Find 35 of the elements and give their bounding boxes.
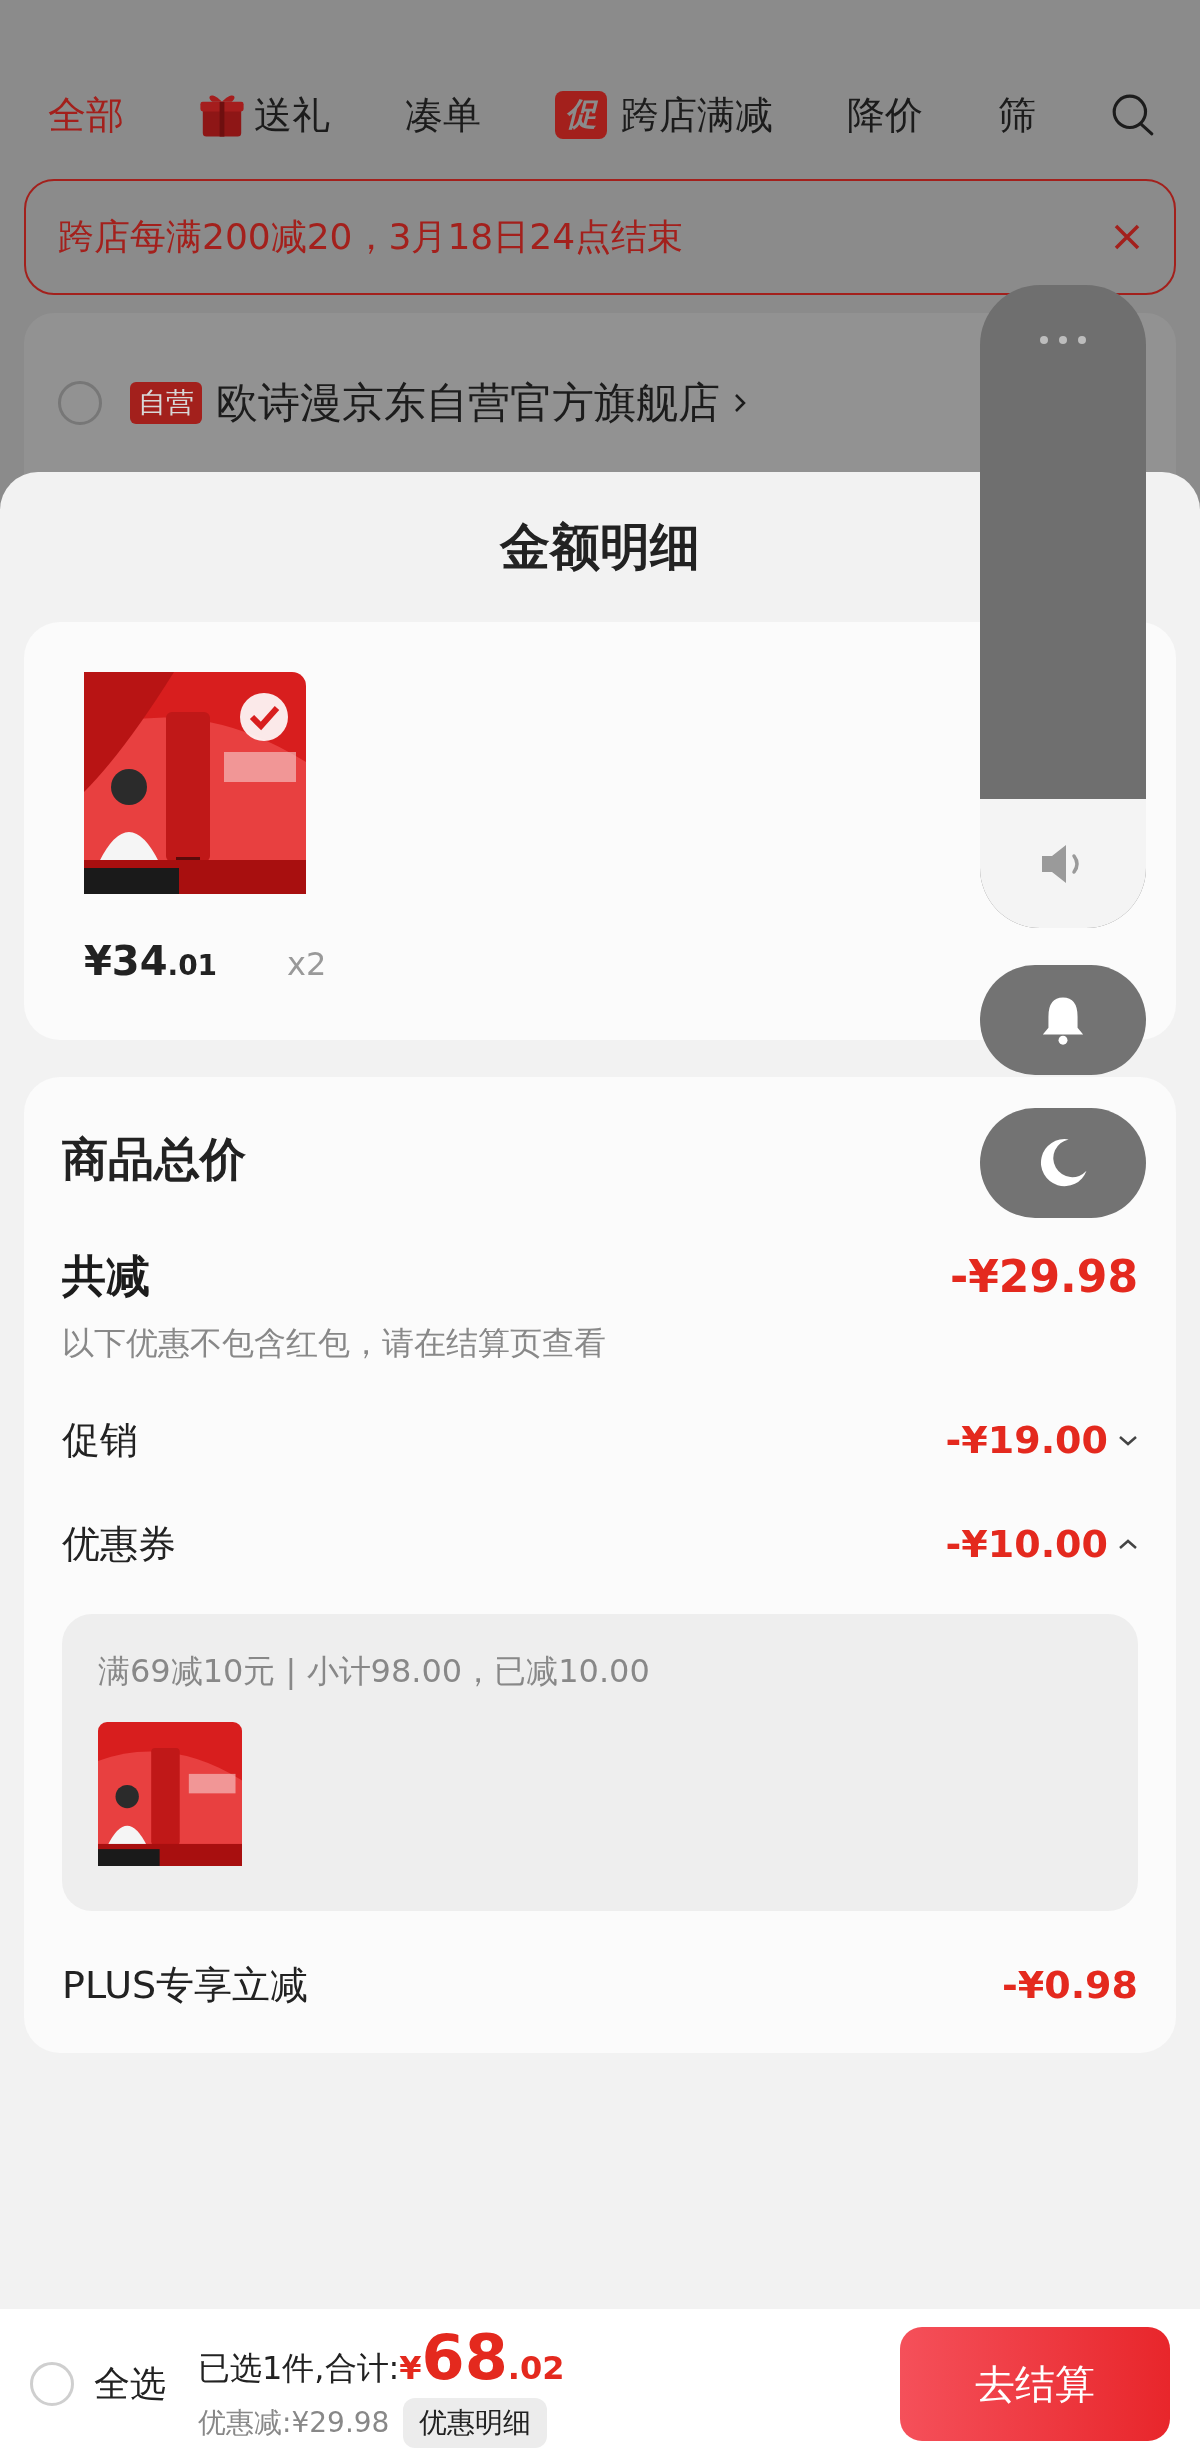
total-price-label: 商品总价 <box>62 1131 246 1188</box>
select-all-checkbox[interactable] <box>30 2362 74 2406</box>
quantity: x2 <box>287 945 327 983</box>
filter-tab[interactable]: 送礼 <box>198 89 331 141</box>
discount-item-label: 促销 <box>62 1416 138 1464</box>
filter-tab[interactable]: 筛 <box>997 89 1036 141</box>
select-all-label[interactable]: 全选 <box>94 2359 166 2409</box>
self-operated-badge: 自营 <box>130 382 202 424</box>
volume-slider[interactable] <box>980 285 1146 928</box>
selected-summary: 已选1件,合计: <box>198 2347 400 2389</box>
store-name[interactable]: 欧诗漫京东自营官方旗舰店 <box>216 375 720 431</box>
discount-note: 以下优惠不包含红包，请在结算页查看 <box>62 1323 607 1364</box>
caret-down-icon[interactable] <box>1118 1434 1138 1446</box>
discount-detail-button[interactable]: 优惠明细 <box>403 2397 548 2448</box>
checkout-button[interactable]: 去结算 <box>900 2327 1170 2441</box>
discount-item-amount: -¥10.00 <box>945 1522 1108 1566</box>
chevron-icon <box>734 393 746 413</box>
discount-amount: -¥29.98 <box>949 1251 1138 1302</box>
more-icon[interactable] <box>1038 335 1088 345</box>
unit-price: ¥34.01 <box>84 938 218 984</box>
filter-tab[interactable]: 降价 <box>847 89 924 141</box>
discount-item-label: 优惠券 <box>62 1520 176 1568</box>
discount-item-amount: -¥0.98 <box>1002 1963 1138 2007</box>
total-amount: ¥68.02 <box>399 2320 565 2394</box>
filter-tab[interactable]: 凑单 <box>404 89 481 141</box>
discount-label: 共减 <box>62 1249 150 1303</box>
discount-item-label: PLUS专享立减 <box>62 1961 309 2009</box>
caret-up-icon[interactable] <box>1118 1538 1138 1550</box>
sheet-title: 金额明细 <box>498 517 701 578</box>
promo-text: 跨店每满200减20，3月18日24点结束 <box>58 214 684 259</box>
discount-item-amount: -¥19.00 <box>945 1418 1108 1462</box>
saved-amount: 优惠减:¥29.98 <box>198 2404 390 2441</box>
coupon-detail-text: 满69减10元 | 小计98.00，已减10.00 <box>98 1651 651 1692</box>
filter-tab[interactable]: 促 跨店满减 <box>555 89 773 141</box>
store-checkbox[interactable] <box>58 381 102 425</box>
